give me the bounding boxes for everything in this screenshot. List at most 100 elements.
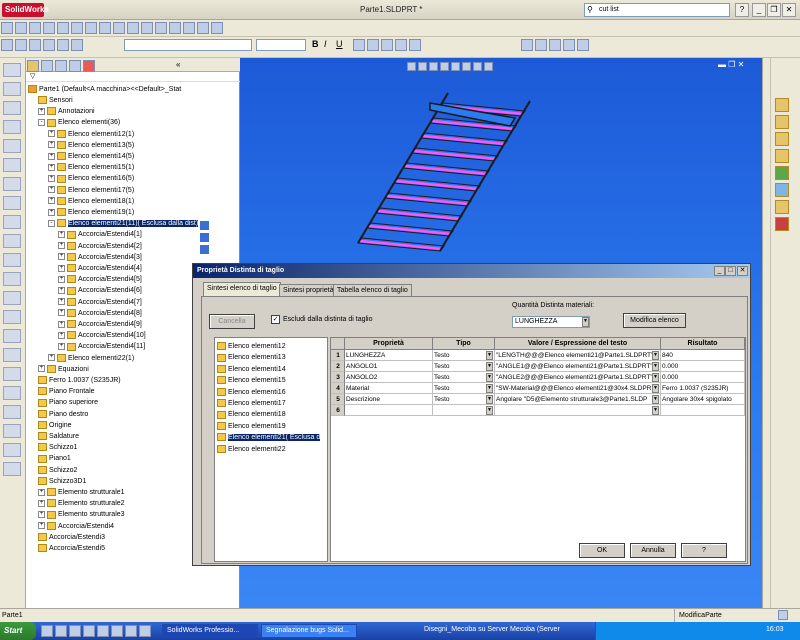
- print-icon[interactable]: [43, 22, 55, 34]
- grid-cell-prop[interactable]: Material: [345, 383, 433, 394]
- tree-item[interactable]: + Accorcia/Estendi4[11]: [58, 341, 145, 352]
- display-icon[interactable]: [183, 22, 195, 34]
- tree-item[interactable]: + Accorcia/Estendi4[5]: [58, 274, 142, 285]
- column-header[interactable]: Risultato: [661, 338, 745, 350]
- tool-icon-22[interactable]: [3, 462, 21, 476]
- grid-cell-prop[interactable]: ANGOLO2: [345, 372, 433, 383]
- grid-cell-val[interactable]: [495, 405, 661, 416]
- tree-item[interactable]: Piano destro: [38, 409, 88, 420]
- tree-item[interactable]: + Annotazioni: [38, 106, 95, 117]
- italic-icon[interactable]: I: [324, 39, 327, 49]
- tree-item[interactable]: Schizzo2: [38, 465, 77, 476]
- expand-icon[interactable]: +: [38, 522, 45, 530]
- tree-item[interactable]: + Accorcia/Estendi4[10]: [58, 330, 146, 341]
- dialog-close-button[interactable]: ✕: [737, 266, 748, 276]
- render-icon[interactable]: [211, 22, 223, 34]
- expand-icon[interactable]: +: [48, 208, 55, 216]
- tree-item[interactable]: + Accorcia/Estendi4[1]: [58, 229, 142, 240]
- tree-item[interactable]: + Elemento strutturale2: [38, 498, 125, 509]
- grid-cell-val[interactable]: "ANGLE1@@@Elenco elementi21@Parte1.SLDPR…: [495, 361, 661, 372]
- tree-item[interactable]: Accorcia/Estendi3: [38, 532, 105, 543]
- expand-icon[interactable]: +: [48, 354, 55, 362]
- status-icon[interactable]: [778, 610, 788, 620]
- tool-icon-11[interactable]: [3, 253, 21, 267]
- expand-icon[interactable]: +: [58, 320, 65, 328]
- search-results-icon[interactable]: [775, 149, 789, 163]
- expand-icon[interactable]: +: [58, 264, 65, 272]
- exclude-checkbox[interactable]: ✓: [271, 315, 280, 324]
- cut-list-item[interactable]: Elenco elementi15: [217, 375, 286, 386]
- tool-icon-10[interactable]: [3, 234, 21, 248]
- tool-icon-1[interactable]: [3, 63, 21, 77]
- expand-icon[interactable]: +: [58, 231, 65, 239]
- design-library-icon[interactable]: [775, 115, 789, 129]
- grid-icon[interactable]: [535, 39, 547, 51]
- collapse-icon[interactable]: -: [48, 219, 55, 227]
- expand-icon[interactable]: +: [38, 488, 45, 496]
- custom-properties-icon[interactable]: [775, 200, 789, 214]
- tree-item[interactable]: + Accorcia/Estendi4[6]: [58, 285, 142, 296]
- tree-item[interactable]: + Equazioni: [38, 364, 89, 375]
- line-style-icon[interactable]: [409, 39, 421, 51]
- tree-item[interactable]: + Elenco elementi19(1): [48, 207, 134, 218]
- cut-list-item[interactable]: Elenco elementi16: [217, 387, 286, 398]
- rotate-icon[interactable]: [155, 22, 167, 34]
- layer-select[interactable]: [124, 39, 252, 51]
- grid-cell-prop[interactable]: ANGOLO1: [345, 361, 433, 372]
- tree-item[interactable]: + Accorcia/Estendi4[4]: [58, 263, 142, 274]
- undo-icon[interactable]: [57, 22, 69, 34]
- modify-list-button[interactable]: Modifica elenco: [623, 313, 686, 328]
- search-input[interactable]: cut list: [584, 3, 730, 17]
- options-icon[interactable]: [113, 22, 125, 34]
- circle-icon[interactable]: [43, 39, 55, 51]
- column-header[interactable]: Valore / Espressione del testo: [495, 338, 661, 350]
- tree-item[interactable]: + Elenco elementi14(5): [48, 151, 134, 162]
- tree-item[interactable]: + Accorcia/Estendi4[3]: [58, 252, 142, 263]
- tree-item[interactable]: + Elenco elementi12(1): [48, 129, 134, 140]
- ok-button[interactable]: OK: [579, 543, 625, 558]
- sketch-icon[interactable]: [1, 39, 13, 51]
- file-explorer-icon[interactable]: [775, 132, 789, 146]
- smart-dimension-icon[interactable]: [15, 39, 27, 51]
- chevron-down-icon[interactable]: ▼: [486, 384, 493, 393]
- tree-item[interactable]: Schizzo3D1: [38, 476, 86, 487]
- tree-item[interactable]: + Elenco elementi18(1): [48, 196, 134, 207]
- tree-item[interactable]: + Elenco elementi22(1): [48, 353, 134, 364]
- tree-item[interactable]: Accorcia/Estendi5: [38, 543, 105, 554]
- tree-item[interactable]: + Accorcia/Estendi4[8]: [58, 308, 142, 319]
- tool-icon-4[interactable]: [3, 120, 21, 134]
- tree-item[interactable]: Piano1: [38, 453, 71, 464]
- expand-icon[interactable]: +: [58, 242, 65, 250]
- dialog-minimize-button[interactable]: _: [714, 266, 725, 276]
- resources-icon[interactable]: [775, 98, 789, 112]
- cut-list-item[interactable]: Elenco elementi17: [217, 398, 286, 409]
- cut-list-item[interactable]: Elenco elementi21( Esclusa d: [217, 432, 321, 443]
- tool-icon-19[interactable]: [3, 405, 21, 419]
- chevron-down-icon[interactable]: ▼: [486, 395, 493, 404]
- quick-launch-icon[interactable]: [111, 625, 123, 637]
- expand-icon[interactable]: +: [58, 331, 65, 339]
- rectangle-icon[interactable]: [71, 39, 83, 51]
- redo-icon[interactable]: [71, 22, 83, 34]
- task-solidworks[interactable]: SolidWorks Professio...: [162, 624, 258, 638]
- task-disegni[interactable]: Disegni_Mecoba su Server Mecoba (Server: [420, 624, 592, 638]
- chevron-down-icon[interactable]: ▼: [652, 395, 659, 404]
- select-icon[interactable]: [85, 22, 97, 34]
- quick-launch-icon[interactable]: [69, 625, 81, 637]
- expand-icon[interactable]: +: [58, 343, 65, 351]
- tab-cut-list-summary[interactable]: Sintesi elenco di taglio: [203, 282, 281, 297]
- align-left-icon[interactable]: [353, 39, 365, 51]
- cut-list-item[interactable]: Elenco elementi12: [217, 341, 286, 352]
- grid-cell-val[interactable]: "LENGTH@@@Elenco elementi21@Parte1.SLDPR…: [495, 350, 661, 361]
- grid-cell-prop[interactable]: LUNGHEZZA: [345, 350, 433, 361]
- help-button[interactable]: ?: [681, 543, 727, 558]
- collapse-icon[interactable]: -: [38, 119, 45, 127]
- open-icon[interactable]: [15, 22, 27, 34]
- expand-icon[interactable]: +: [58, 287, 65, 295]
- view-icon[interactable]: [127, 22, 139, 34]
- tree-item[interactable]: Origine: [38, 420, 72, 431]
- expand-icon[interactable]: +: [48, 163, 55, 171]
- toolbox-icon[interactable]: [775, 217, 789, 231]
- tool-icon-8[interactable]: [3, 196, 21, 210]
- line-icon[interactable]: [29, 39, 41, 51]
